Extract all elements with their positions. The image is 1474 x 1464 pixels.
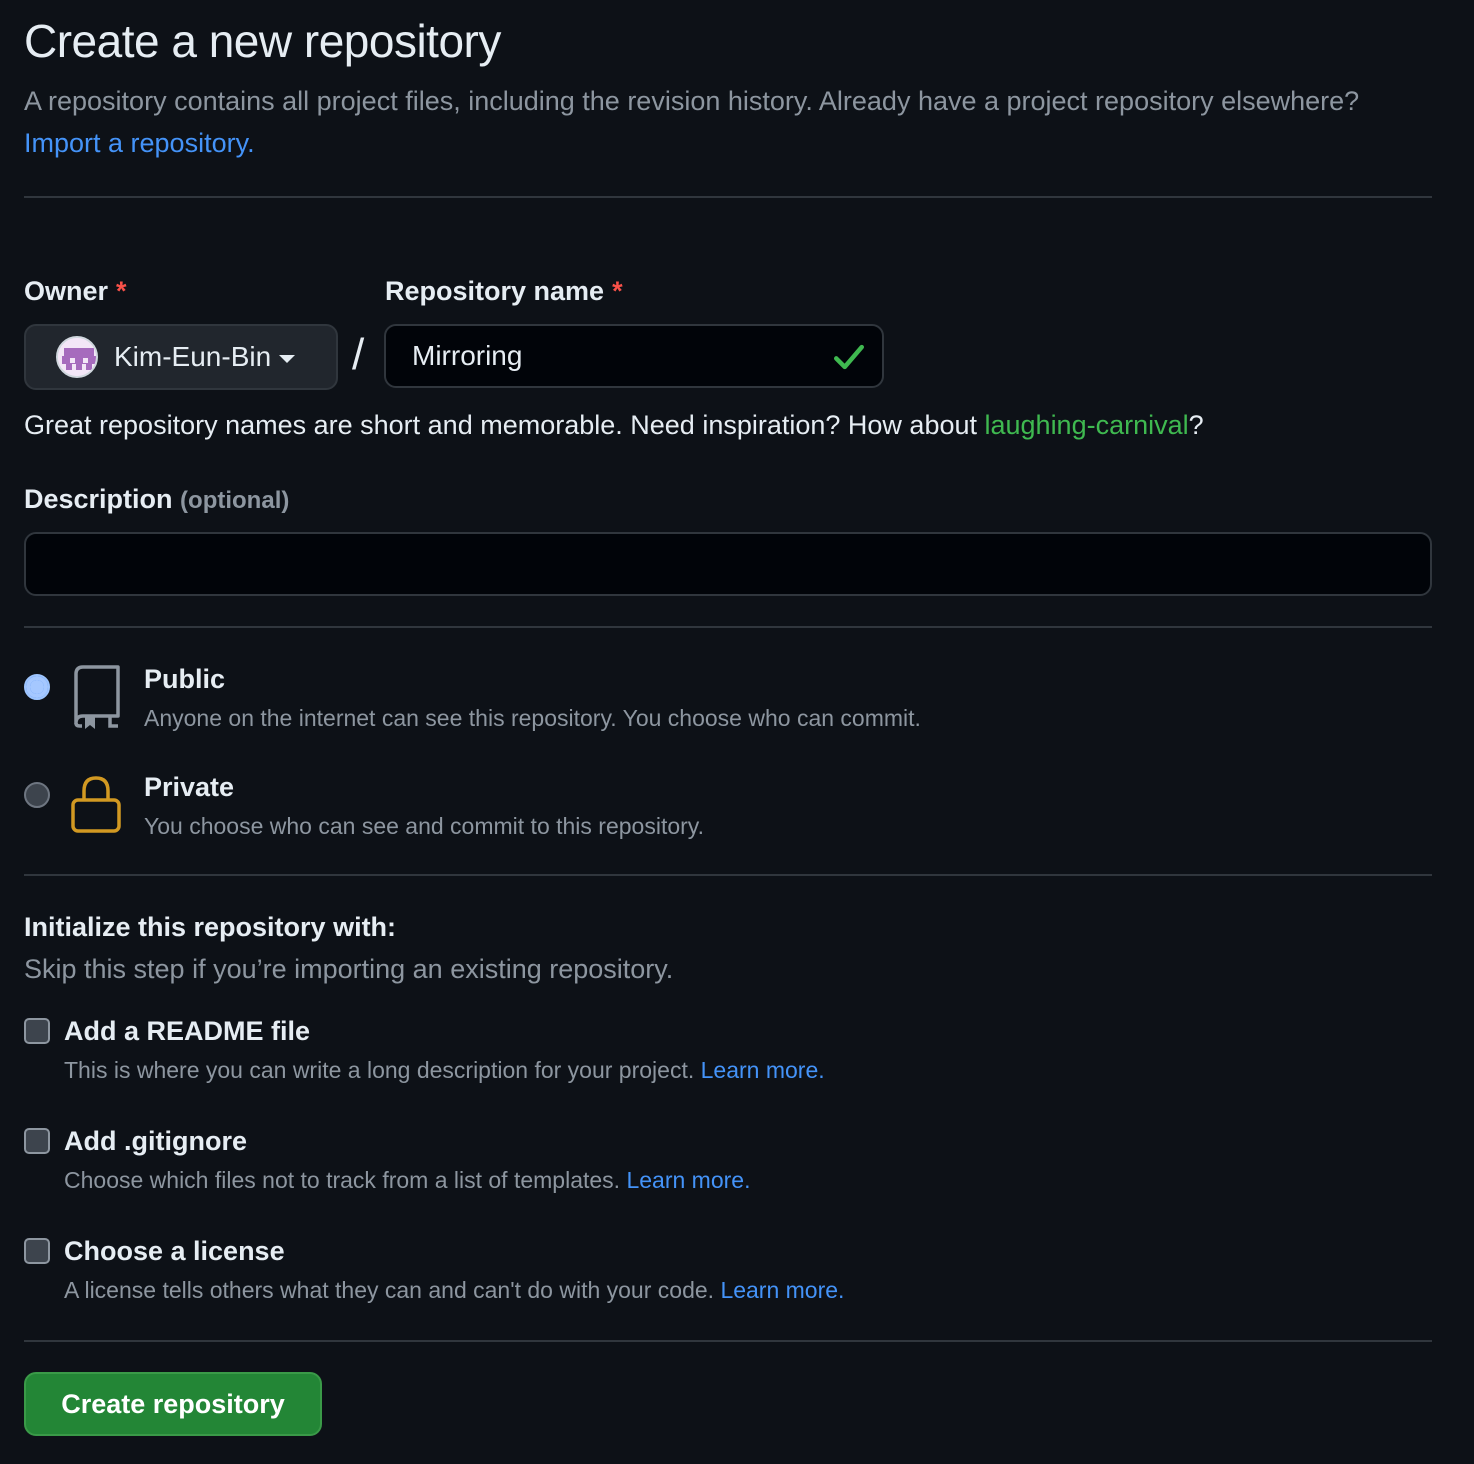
avatar	[56, 336, 98, 378]
owner-label-text: Owner	[24, 276, 109, 306]
divider	[24, 874, 1432, 876]
required-marker: *	[612, 276, 623, 306]
optional-text: (optional)	[180, 487, 290, 514]
repo-name-label-text: Repository name	[385, 276, 605, 306]
owner-select-button[interactable]: Kim-Eun-Bin	[24, 324, 338, 390]
owner-repo-separator: /	[352, 330, 365, 379]
check-icon	[833, 344, 865, 370]
divider	[24, 196, 1432, 198]
initialize-subtitle: Skip this step if you’re importing an ex…	[24, 954, 674, 984]
gitignore-description: Choose which files not to track from a l…	[64, 1167, 750, 1194]
readme-checkbox[interactable]	[24, 1018, 50, 1044]
repo-name-label: Repository name *	[385, 276, 623, 307]
gitignore-learn-more-link[interactable]: Learn more.	[626, 1167, 750, 1193]
lock-icon	[71, 776, 121, 833]
create-repo-page: Create a new repository A repository con…	[0, 0, 1474, 1464]
public-radio[interactable]	[24, 674, 50, 700]
gitignore-checkbox[interactable]	[24, 1128, 50, 1154]
license-checkbox[interactable]	[24, 1238, 50, 1264]
owner-name: Kim-Eun-Bin	[114, 341, 272, 372]
divider	[24, 626, 1432, 628]
license-description: A license tells others what they can and…	[64, 1277, 844, 1304]
readme-title: Add a README file	[64, 1016, 311, 1046]
gitignore-title: Add .gitignore	[64, 1126, 247, 1156]
private-radio[interactable]	[24, 782, 50, 808]
chevron-down-icon	[279, 355, 296, 363]
page-title: Create a new repository	[24, 15, 501, 67]
description-input[interactable]	[24, 532, 1432, 596]
name-suggestion: Great repository names are short and mem…	[24, 410, 1204, 441]
public-description: Anyone on the internet can see this repo…	[144, 705, 921, 731]
suggestion-end: ?	[1188, 410, 1204, 440]
suggestion-text: Great repository names are short and mem…	[24, 410, 985, 440]
description-label-text: Description	[24, 484, 173, 514]
repo-icon	[74, 665, 120, 729]
license-title: Choose a license	[64, 1236, 285, 1266]
private-description: You choose who can see and commit to thi…	[144, 813, 704, 839]
divider	[24, 1340, 1432, 1342]
license-learn-more-link[interactable]: Learn more.	[720, 1277, 844, 1303]
description-label: Description (optional)	[24, 484, 289, 515]
import-repository-link[interactable]: Import a repository.	[24, 128, 255, 158]
readme-learn-more-link[interactable]: Learn more.	[701, 1057, 825, 1083]
required-marker: *	[116, 276, 127, 306]
gitignore-desc-text: Choose which files not to track from a l…	[64, 1167, 621, 1193]
subtitle-text: A repository contains all project files,…	[24, 86, 1360, 116]
avatar-icon	[58, 338, 96, 376]
page-subtitle: A repository contains all project files,…	[24, 80, 1364, 164]
repo-name-input[interactable]	[384, 324, 884, 388]
license-desc-text: A license tells others what they can and…	[64, 1277, 715, 1303]
suggested-name-link[interactable]: laughing-carnival	[985, 410, 1189, 440]
initialize-title: Initialize this repository with:	[24, 912, 397, 942]
private-title: Private	[144, 772, 235, 802]
readme-description: This is where you can write a long descr…	[64, 1057, 825, 1084]
owner-label: Owner *	[24, 276, 127, 307]
create-repository-button[interactable]: Create repository	[24, 1372, 322, 1436]
public-title: Public	[144, 664, 226, 694]
readme-desc-text: This is where you can write a long descr…	[64, 1057, 695, 1083]
